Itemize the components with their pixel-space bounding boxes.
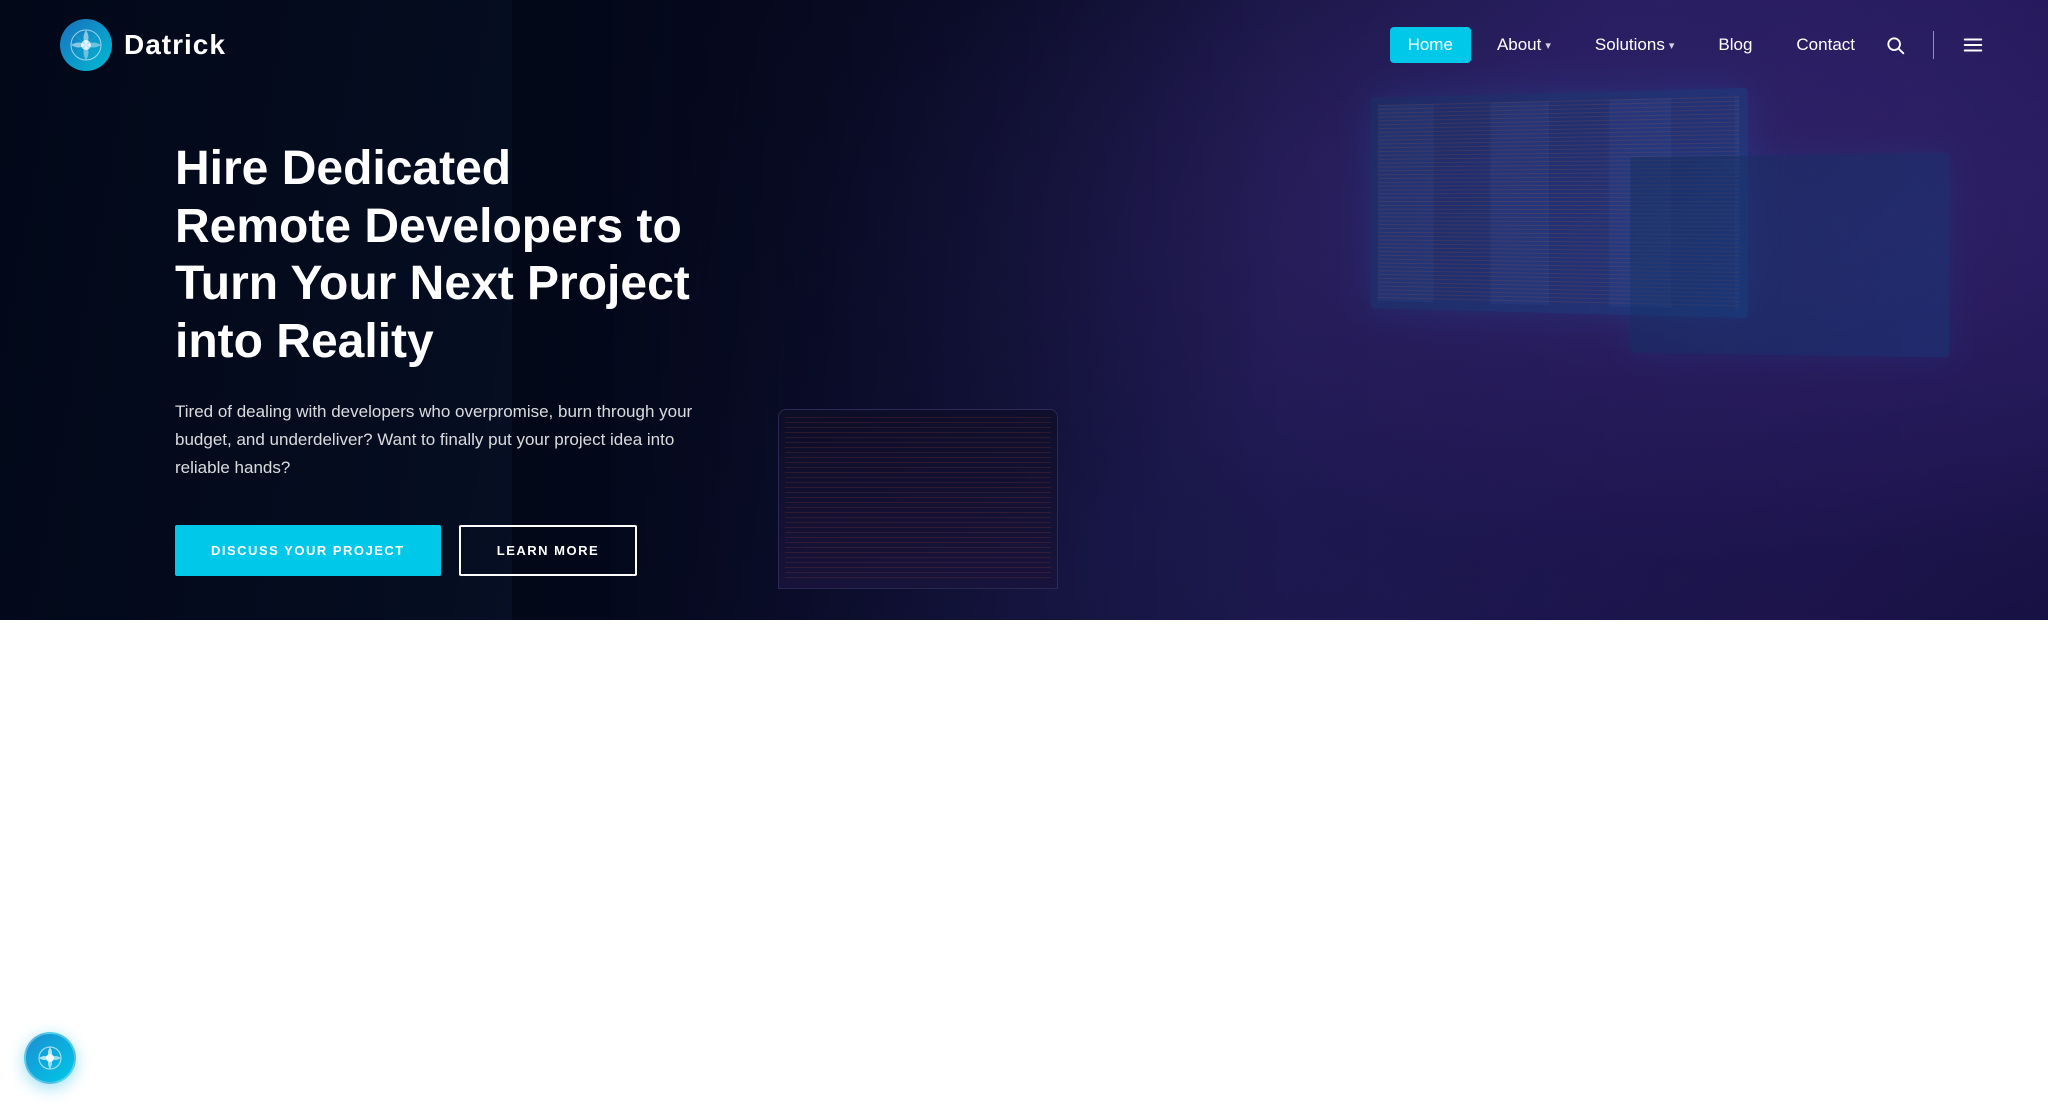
search-button[interactable] — [1881, 31, 1909, 59]
navbar: Datrick Home About ▾ Solutions ▾ Blog Co… — [0, 0, 2048, 90]
nav-item-about[interactable]: About ▾ — [1479, 27, 1569, 63]
widget-icon — [37, 1045, 63, 1071]
floating-widget-button[interactable] — [24, 1032, 76, 1084]
hero-subtitle: Tired of dealing with developers who ove… — [175, 398, 700, 482]
nav-icons — [1881, 30, 1988, 60]
nav-divider — [1933, 31, 1934, 59]
learn-more-button[interactable]: LEARN MORE — [459, 525, 637, 576]
hero-section: Hire Dedicated Remote Developers to Turn… — [0, 0, 2048, 620]
hamburger-icon — [1962, 34, 1984, 56]
brand-name: Datrick — [124, 29, 226, 61]
laptop-decoration — [778, 409, 1058, 589]
below-hero-section — [0, 620, 2048, 1108]
nav-item-solutions[interactable]: Solutions ▾ — [1577, 27, 1692, 63]
nav-item-contact[interactable]: Contact — [1778, 27, 1873, 63]
nav-item-home[interactable]: Home — [1390, 27, 1471, 63]
laptop-screen — [785, 416, 1051, 582]
menu-button[interactable] — [1958, 30, 1988, 60]
hero-overlay — [512, 0, 2048, 620]
logo-area: Datrick — [60, 19, 1390, 71]
nav-item-blog[interactable]: Blog — [1700, 27, 1770, 63]
hero-title: Hire Dedicated Remote Developers to Turn… — [175, 140, 700, 370]
chevron-down-icon: ▾ — [1545, 39, 1551, 52]
discuss-project-button[interactable]: DISCUSS YOUR PROJECT — [175, 525, 441, 576]
hero-buttons: DISCUSS YOUR PROJECT LEARN MORE — [175, 525, 700, 576]
nav-links: Home About ▾ Solutions ▾ Blog Contact — [1390, 27, 1873, 63]
chevron-down-icon: ▾ — [1669, 39, 1675, 52]
search-icon — [1885, 35, 1905, 55]
logo-icon[interactable] — [60, 19, 112, 71]
